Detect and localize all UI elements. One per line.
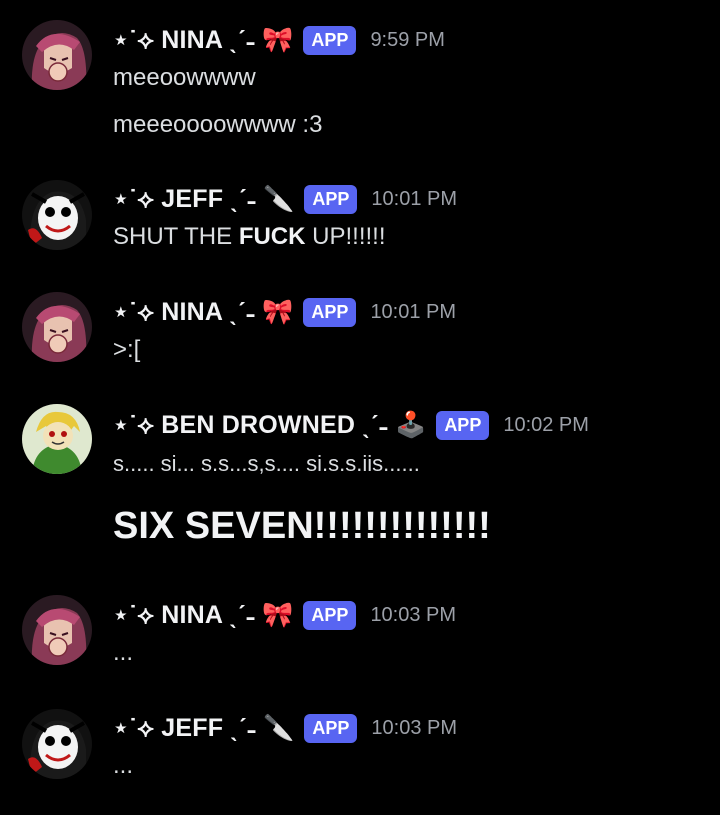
avatar-nina[interactable] <box>22 595 92 665</box>
message-text: meeoowwww <box>113 64 256 91</box>
message-text: meeeoooowwww :3 <box>113 111 323 138</box>
avatar-jeff[interactable] <box>22 709 92 779</box>
timestamp[interactable]: 9:59 PM <box>370 29 444 52</box>
message-text: ... <box>113 752 134 779</box>
message-text-bold: FUCK <box>238 223 306 250</box>
app-badge: APP <box>304 713 358 743</box>
app-badge: APP <box>303 600 357 630</box>
message-text: >:[ <box>113 336 141 363</box>
username[interactable]: ⋆˙⟡ JEFF ˎˊ˗ 🔪 <box>113 713 294 743</box>
username[interactable]: ⋆˙⟡ JEFF ˎˊ˗ 🔪 <box>113 184 294 214</box>
message-text: s..... si... s.s...s,s.... si.s.s.iis...… <box>113 451 420 476</box>
avatar-jeff[interactable] <box>22 180 92 250</box>
message-text-large: SIX SEVEN!!!!!!!!!!!!!! <box>113 505 491 547</box>
username[interactable]: ⋆˙⟡ BEN DROWNED ˎˊ˗ 🕹️ <box>113 410 426 440</box>
message-text: ... <box>113 639 134 666</box>
message-header: ⋆˙⟡ NINA ˎˊ˗ 🎀 APP 10:03 PM <box>113 597 456 633</box>
app-badge: APP <box>304 184 358 214</box>
app-badge: APP <box>436 410 490 440</box>
app-badge: APP <box>303 297 357 327</box>
message-header: ⋆˙⟡ JEFF ˎˊ˗ 🔪 APP 10:01 PM <box>113 181 457 217</box>
avatar-ben[interactable] <box>22 404 92 474</box>
timestamp[interactable]: 10:02 PM <box>503 414 589 437</box>
app-badge: APP <box>303 25 357 55</box>
timestamp[interactable]: 10:03 PM <box>371 717 457 740</box>
message-header: ⋆˙⟡ JEFF ˎˊ˗ 🔪 APP 10:03 PM <box>113 710 457 746</box>
message-header: ⋆˙⟡ NINA ˎˊ˗ 🎀 APP 10:01 PM <box>113 294 456 330</box>
username[interactable]: ⋆˙⟡ NINA ˎˊ˗ 🎀 <box>113 297 293 327</box>
message-text: SHUT THE FUCK UP!!!!!! <box>113 223 385 251</box>
avatar-nina[interactable] <box>22 292 92 362</box>
username[interactable]: ⋆˙⟡ NINA ˎˊ˗ 🎀 <box>113 25 293 55</box>
message-header: ⋆˙⟡ NINA ˎˊ˗ 🎀 APP 9:59 PM <box>113 22 445 58</box>
avatar-nina[interactable] <box>22 20 92 90</box>
timestamp[interactable]: 10:01 PM <box>370 301 456 324</box>
message-text-part: UP!!!!!! <box>305 223 386 250</box>
timestamp[interactable]: 10:01 PM <box>371 188 457 211</box>
timestamp[interactable]: 10:03 PM <box>370 604 456 627</box>
message-text-part: SHUT THE <box>113 223 239 250</box>
username[interactable]: ⋆˙⟡ NINA ˎˊ˗ 🎀 <box>113 600 293 630</box>
message-header: ⋆˙⟡ BEN DROWNED ˎˊ˗ 🕹️ APP 10:02 PM <box>113 407 589 443</box>
